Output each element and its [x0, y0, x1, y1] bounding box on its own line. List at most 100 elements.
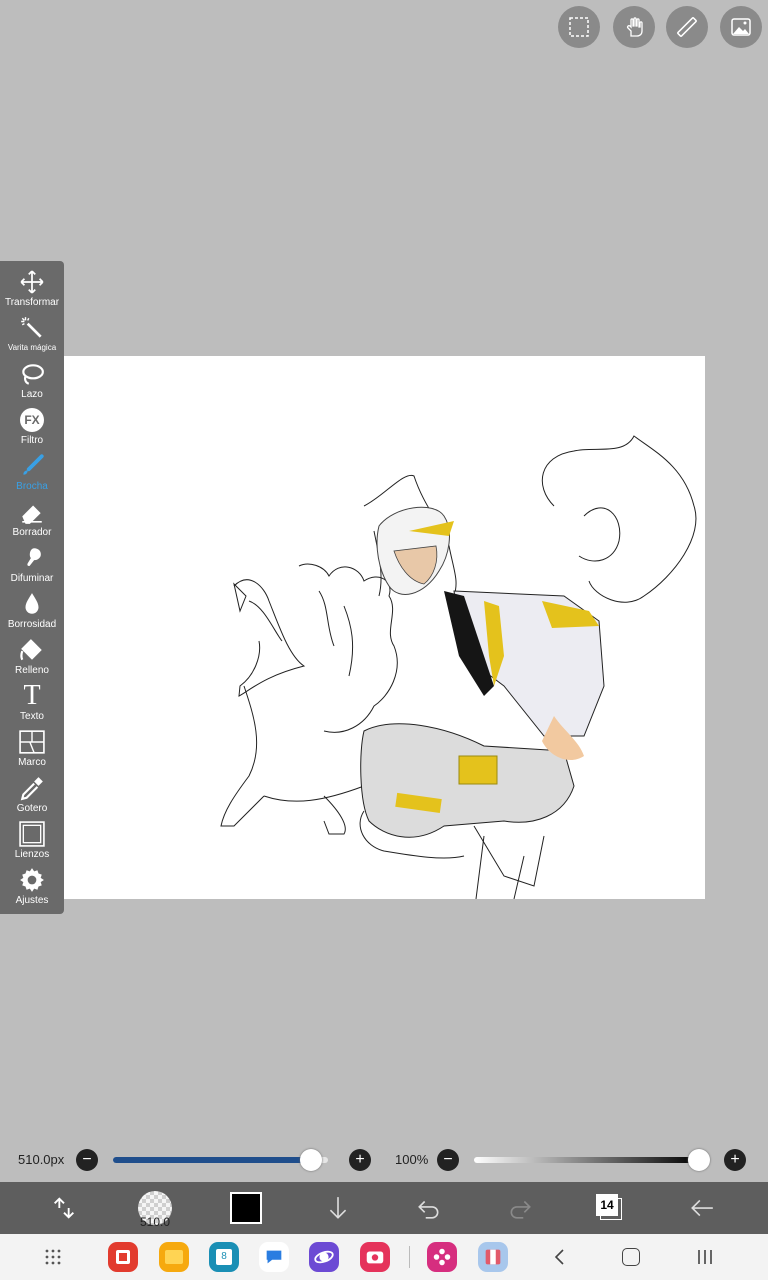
tool-label: Gotero	[16, 803, 48, 814]
messages-app-icon[interactable]	[259, 1242, 289, 1272]
tool-texto[interactable]: T Texto	[0, 679, 64, 725]
app-drawer-button[interactable]	[44, 1248, 62, 1271]
redo-button[interactable]	[494, 1182, 546, 1234]
brush-size-slider[interactable]	[113, 1149, 328, 1171]
tool-gotero[interactable]: Gotero	[0, 771, 64, 817]
selection-button[interactable]	[558, 6, 600, 48]
move-arrows-icon	[19, 269, 45, 295]
opacity-decrease-button[interactable]: −	[437, 1149, 459, 1171]
ruler-icon	[677, 17, 697, 37]
opacity-value: 100%	[395, 1152, 429, 1167]
tool-borrosidad[interactable]: Borrosidad	[0, 587, 64, 633]
tool-transformar[interactable]: Transformar	[0, 265, 64, 311]
opacity-thumb[interactable]	[688, 1149, 710, 1171]
book-app-icon[interactable]	[478, 1242, 508, 1272]
recents-icon	[698, 1250, 712, 1264]
tool-borrador[interactable]: Borrador	[0, 495, 64, 541]
gear-icon	[19, 867, 45, 893]
smudge-icon	[19, 545, 45, 571]
arrow-down-icon	[329, 1197, 347, 1219]
hand-icon	[626, 17, 643, 37]
material-button[interactable]	[720, 6, 762, 48]
quick-swap-button[interactable]	[38, 1182, 90, 1234]
back-button[interactable]	[676, 1182, 728, 1234]
tool-filtro[interactable]: FX Filtro	[0, 403, 64, 449]
save-down-button[interactable]	[312, 1182, 364, 1234]
brush-preview-button[interactable]: 510.0	[129, 1182, 181, 1234]
brush-size-fill	[113, 1157, 311, 1163]
tool-lazo[interactable]: Lazo	[0, 357, 64, 403]
redo-icon	[510, 1200, 531, 1219]
tool-brocha[interactable]: Brocha	[0, 449, 64, 495]
undo-icon	[418, 1200, 439, 1219]
tool-label: Varita mágica	[7, 343, 57, 352]
tool-marco[interactable]: Marco	[0, 725, 64, 771]
tool-label: Transformar	[4, 297, 60, 308]
tool-ajustes[interactable]: Ajustes	[0, 863, 64, 909]
app-grid-icon	[45, 1249, 61, 1265]
fx-badge: FX	[20, 408, 44, 432]
bottom-toolbar: 510.0 14	[0, 1182, 768, 1234]
ruler-button[interactable]	[666, 6, 708, 48]
tool-label: Ajustes	[15, 895, 49, 906]
system-taskbar: 8	[0, 1234, 768, 1280]
gallery-app-icon[interactable]	[427, 1242, 457, 1272]
swap-tools-icon	[54, 1197, 74, 1219]
artwork	[220, 435, 697, 899]
tool-label: Lienzos	[14, 849, 50, 860]
calendar-app-icon[interactable]: 8	[209, 1242, 239, 1272]
layers-count: 14	[596, 1194, 618, 1216]
opacity-increase-button[interactable]: +	[724, 1149, 746, 1171]
hand-button[interactable]	[613, 6, 655, 48]
size-decrease-button[interactable]: −	[76, 1149, 98, 1171]
size-increase-button[interactable]: +	[349, 1149, 371, 1171]
magic-wand-icon	[19, 315, 45, 341]
layers-button[interactable]: 14	[584, 1182, 636, 1234]
brush-size-badge: 510.0	[139, 1215, 171, 1229]
brush-size-row: 510.0px − +	[0, 1146, 384, 1174]
files-app-icon[interactable]	[159, 1242, 189, 1272]
nav-home-button[interactable]	[622, 1248, 640, 1266]
bucket-icon	[19, 637, 45, 663]
brush-preview: 510.0	[138, 1191, 172, 1229]
layers-icon: 14	[596, 1194, 624, 1222]
brush-size-value: 510.0px	[18, 1152, 65, 1167]
nav-recents-button[interactable]	[696, 1248, 714, 1271]
drawing-canvas[interactable]	[64, 356, 705, 899]
brush-size-thumb[interactable]	[299, 1149, 322, 1171]
undo-button[interactable]	[403, 1182, 455, 1234]
chevron-left-icon	[554, 1249, 564, 1265]
eraser-icon	[19, 499, 45, 525]
tool-lienzos[interactable]: Lienzos	[0, 817, 64, 863]
tool-label: Borrador	[12, 527, 52, 538]
tool-label: Relleno	[15, 665, 49, 676]
current-color-swatch	[230, 1192, 262, 1224]
tool-relleno[interactable]: Relleno	[0, 633, 64, 679]
tool-difuminar[interactable]: Difuminar	[0, 541, 64, 587]
opacity-row: 100% − +	[384, 1146, 768, 1174]
tool-label: Lazo	[21, 389, 43, 400]
tool-label: Filtro	[20, 435, 44, 446]
tool-label: Borrosidad	[7, 619, 57, 630]
tool-label: Texto	[20, 711, 44, 722]
brush-icon	[19, 453, 45, 479]
color-button[interactable]	[220, 1182, 272, 1234]
selection-icon	[569, 17, 589, 37]
tool-panel: Transformar Varita mágica Lazo FX Filtro…	[0, 261, 64, 914]
image-icon	[731, 18, 751, 36]
nav-back-button[interactable]	[552, 1247, 568, 1272]
canvas-icon	[19, 821, 45, 847]
text-icon: T	[19, 682, 45, 710]
frame-icon	[19, 729, 45, 755]
camera-app-icon[interactable]	[360, 1242, 390, 1272]
flipboard-app-icon[interactable]	[108, 1242, 138, 1272]
browser-app-icon[interactable]	[309, 1242, 339, 1272]
arrow-left-icon	[691, 1199, 713, 1217]
tool-label: Marco	[18, 757, 46, 768]
tool-varita[interactable]: Varita mágica	[0, 311, 64, 357]
taskbar-divider	[409, 1246, 410, 1268]
opacity-slider[interactable]	[474, 1149, 710, 1171]
tool-label: Brocha	[16, 481, 48, 492]
fx-icon: FX	[19, 407, 45, 433]
drop-icon	[19, 591, 45, 617]
